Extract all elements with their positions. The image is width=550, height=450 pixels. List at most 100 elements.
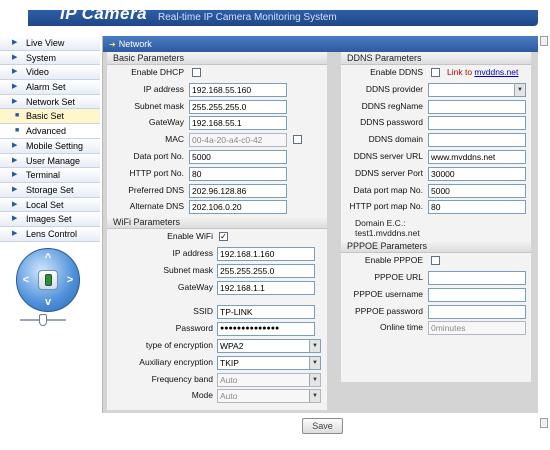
ssid-label: SSID — [193, 306, 213, 317]
row-pppoe-url: PPPOE URL — [341, 270, 531, 287]
brand-tagline: Real-time IP Camera Monitoring System — [158, 12, 337, 23]
ddns-provider-label: DDNS provider — [365, 83, 423, 94]
wifi-ip-address-input[interactable]: 192.168.1.160 — [217, 246, 315, 261]
online-time-input[interactable]: 0minutes — [428, 321, 526, 336]
frequency-band-value: Auto — [220, 374, 238, 385]
triangle-right-icon: ▶ — [12, 215, 18, 223]
row-ddns-server-url: DDNS server URL www.mvddns.net — [341, 149, 531, 166]
sidebar-item-video[interactable]: ▶ Video — [0, 65, 100, 81]
pppoe-url-label: PPPOE URL — [374, 271, 423, 282]
sidebar-item-label: Storage Set — [26, 184, 74, 195]
zoom-slider-knob[interactable] — [39, 314, 47, 326]
sidebar-item-network-set[interactable]: ▶ Network Set — [0, 94, 100, 110]
triangle-right-icon: ▶ — [12, 83, 18, 91]
enable-dhcp-label: Enable DHCP — [131, 67, 184, 77]
enable-wifi-checkbox[interactable]: ✓ — [219, 232, 228, 242]
data-port-input[interactable]: 5000 — [189, 149, 287, 164]
gateway-label: GateWay — [148, 117, 184, 128]
square-bullet-icon: ■ — [15, 112, 20, 120]
sidebar-item-local-set[interactable]: ▶ Local Set — [0, 197, 100, 213]
ssid-input[interactable]: TP-LINK — [217, 305, 315, 320]
enable-dhcp-checkbox[interactable] — [192, 68, 201, 77]
ptz-right-button[interactable]: > — [63, 273, 77, 287]
sidebar-item-label: System — [26, 52, 57, 63]
enable-ddns-checkbox[interactable] — [431, 68, 440, 77]
panel-header: ➜ Network — [103, 36, 538, 52]
data-port-map-input[interactable]: 5000 — [428, 183, 526, 198]
row-pppoe-password: PPPOE password — [341, 304, 531, 321]
sidebar-item-mobile-setting[interactable]: ▶ Mobile Setting — [0, 138, 100, 154]
ddns-server-url-input[interactable]: www.mvddns.net — [428, 149, 526, 164]
sidebar-item-label: Network Set — [26, 96, 76, 107]
enable-pppoe-checkbox[interactable] — [431, 256, 440, 266]
sidebar-item-advanced[interactable]: ■ Advanced — [0, 124, 100, 139]
sidebar-item-images-set[interactable]: ▶ Images Set — [0, 212, 100, 227]
row-ddns-provider: DDNS provider ▼ — [341, 82, 531, 99]
wifi-parameters-header: WiFi Parameters — [107, 216, 327, 230]
ddns-password-input[interactable] — [428, 116, 526, 131]
gateway-input[interactable]: 192.168.55.1 — [189, 116, 287, 131]
left-column: Basic Parameters Enable DHCP IP address … — [107, 52, 327, 410]
wifi-subnet-mask-input[interactable]: 255.255.255.0 — [217, 263, 315, 278]
ptz-control: ^ v < > — [16, 248, 80, 312]
ptz-left-button[interactable]: < — [19, 273, 33, 287]
ptz-down-button[interactable]: v — [41, 295, 55, 309]
sidebar-item-terminal[interactable]: ▶ Terminal — [0, 168, 100, 183]
subnet-mask-input[interactable]: 255.255.255.0 — [189, 99, 287, 114]
sidebar-item-live-view[interactable]: ▶ Live View — [0, 36, 100, 51]
http-port-map-label: HTTP port map No. — [349, 201, 423, 212]
triangle-right-icon: ▶ — [12, 229, 18, 237]
mac-label: MAC — [165, 134, 184, 145]
row-http-port: HTTP port No. 80 — [107, 166, 327, 183]
triangle-right-icon: ▶ — [12, 156, 18, 164]
mac-checkbox[interactable] — [293, 135, 302, 145]
triangle-right-icon: ▶ — [12, 185, 18, 193]
wifi-gateway-input[interactable]: 192.168.1.1 — [217, 280, 315, 295]
domain-example-value: test1.mvddns.net — [355, 228, 420, 239]
triangle-right-icon: ▶ — [12, 171, 18, 179]
scrollbar-down-arrow[interactable] — [540, 418, 548, 428]
zoom-slider[interactable] — [20, 314, 66, 326]
mac-input: 00-4a-20-a4-c0-42 — [189, 133, 287, 148]
camera-icon — [45, 274, 52, 286]
ddns-provider-select[interactable]: ▼ — [428, 82, 526, 97]
encryption-select[interactable]: WPA2 ▼ — [217, 338, 321, 353]
alternate-dns-label: Alternate DNS — [129, 201, 184, 212]
ddns-server-port-input[interactable]: 30000 — [428, 166, 526, 181]
row-gateway: GateWay 192.168.55.1 — [107, 115, 327, 132]
pppoe-url-input[interactable] — [428, 270, 526, 285]
ip-address-input[interactable]: 192.168.55.160 — [189, 82, 287, 97]
sidebar-item-storage-set[interactable]: ▶ Storage Set — [0, 182, 100, 198]
sidebar-item-lens-control[interactable]: ▶ Lens Control — [0, 226, 100, 242]
row-enable-dhcp: Enable DHCP — [107, 65, 327, 82]
password-input[interactable]: ●●●●●●●●●●●●●● — [217, 322, 315, 337]
encryption-label: type of encryption — [145, 339, 213, 350]
scrollbar-up-arrow[interactable] — [540, 36, 548, 46]
pppoe-username-input[interactable] — [428, 287, 526, 302]
aux-encryption-select[interactable]: TKIP ▼ — [217, 355, 321, 370]
right-column: DDNS Parameters Enable DDNS Link to mvdd… — [341, 52, 531, 382]
sidebar-item-user-manage[interactable]: ▶ User Manage — [0, 153, 100, 169]
aux-encryption-label: Auxiliary encryption — [139, 356, 213, 367]
row-online-time: Online time 0minutes — [341, 320, 531, 337]
pppoe-password-input[interactable] — [428, 304, 526, 319]
save-button[interactable]: Save — [302, 418, 343, 434]
chevron-down-icon: ▼ — [309, 339, 320, 352]
ip-address-label: IP address — [143, 83, 184, 94]
sidebar-item-system[interactable]: ▶ System — [0, 50, 100, 66]
ddns-domain-input[interactable] — [428, 133, 526, 148]
row-data-port-map: Data port map No. 5000 — [341, 183, 531, 200]
triangle-right-icon: ▶ — [12, 200, 18, 208]
sidebar-item-basic-set[interactable]: ■ Basic Set — [0, 109, 100, 125]
http-port-input[interactable]: 80 — [189, 166, 287, 181]
sidebar-nav: ▶ Live View ▶ System ▶ Video ▶ Alarm Set ▶ Ne… — [0, 36, 100, 242]
ptz-center-button[interactable] — [38, 270, 58, 290]
sidebar-item-alarm-set[interactable]: ▶ Alarm Set — [0, 80, 100, 95]
ddns-link[interactable]: mvddns.net — [474, 67, 518, 77]
alternate-dns-input[interactable]: 202.106.0.20 — [189, 200, 287, 215]
preferred-dns-input[interactable]: 202.96.128.86 — [189, 183, 287, 198]
http-port-map-input[interactable]: 80 — [428, 200, 526, 215]
ddns-regname-input[interactable] — [428, 99, 526, 114]
ptz-up-button[interactable]: ^ — [41, 251, 55, 265]
sidebar-item-label: Advanced — [26, 126, 67, 137]
